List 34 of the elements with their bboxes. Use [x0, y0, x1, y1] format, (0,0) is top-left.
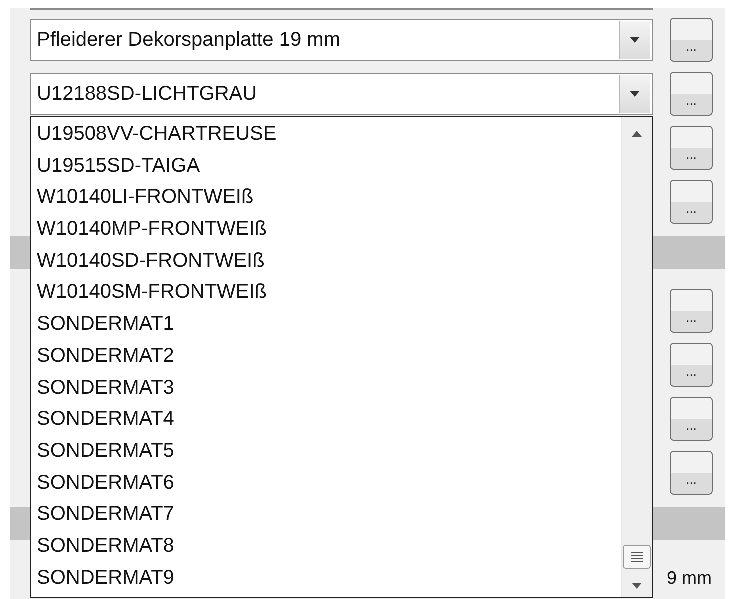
caret-icon: [629, 36, 641, 44]
list-item[interactable]: W10140LI-FRONTWEIß: [31, 182, 254, 214]
dropdown-field[interactable]: U12188SD-LICHTGRAU: [30, 73, 653, 115]
dropdown-arrow-button[interactable]: [619, 75, 650, 113]
scroll-up-icon[interactable]: [632, 131, 642, 137]
caret-icon: [629, 90, 641, 98]
list-item[interactable]: W10140MP-FRONTWEIß: [31, 214, 268, 246]
list-item[interactable]: U19508VV-CHARTREUSE: [31, 119, 277, 151]
list-item[interactable]: SONDERMAT1: [31, 309, 174, 341]
browse-button[interactable]: ...: [670, 289, 713, 333]
list-item[interactable]: SONDERMAT9: [31, 562, 174, 594]
list-item[interactable]: W10140SM-FRONTWEIß: [31, 277, 268, 310]
list-item[interactable]: SONDERMAT7: [31, 499, 174, 531]
list-item[interactable]: W10140SD-FRONTWEIß: [31, 246, 265, 278]
list-item[interactable]: U19515SD-TAIGA: [31, 150, 200, 182]
dropdown-field[interactable]: Pfleiderer Dekorspanplatte 19 mm: [30, 19, 653, 61]
browse-button[interactable]: ...: [670, 126, 713, 170]
field-value: 9 mm: [667, 568, 712, 589]
list-item[interactable]: SONDERMAT8: [31, 530, 174, 563]
list-item[interactable]: SONDERMAT6: [31, 468, 174, 500]
list-item[interactable]: SONDERMAT4: [31, 404, 174, 436]
list-item[interactable]: SONDERMAT5: [31, 436, 174, 468]
dropdown-arrow-button[interactable]: [619, 21, 650, 59]
browse-button[interactable]: ...: [670, 397, 713, 441]
browse-button[interactable]: ...: [670, 180, 713, 224]
browse-button[interactable]: ...: [670, 343, 713, 387]
scrollbar[interactable]: [621, 117, 652, 597]
list-item[interactable]: SONDERMAT2: [31, 340, 174, 372]
scroll-down-icon[interactable]: [632, 583, 642, 589]
browse-button[interactable]: ...: [670, 18, 713, 62]
scroll-thumb[interactable]: [623, 545, 651, 569]
list-item[interactable]: SONDERMAT3: [31, 372, 174, 404]
browse-button[interactable]: ...: [670, 451, 713, 495]
browse-button[interactable]: ...: [670, 72, 713, 116]
